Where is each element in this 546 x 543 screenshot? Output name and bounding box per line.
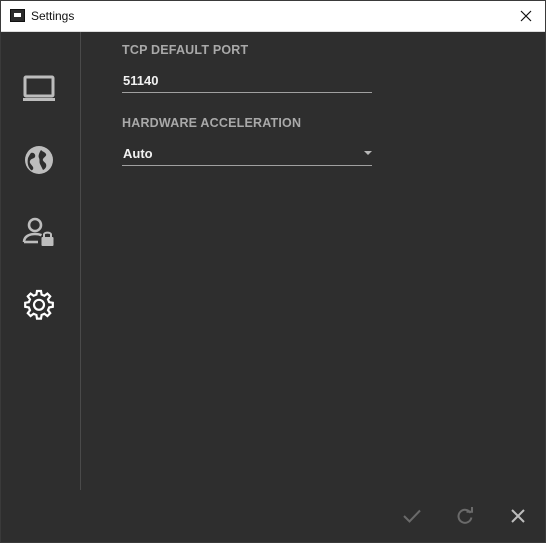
- hardware-acceleration-select[interactable]: Auto: [122, 142, 372, 166]
- window-close-button[interactable]: [511, 1, 541, 31]
- tcp-port-field[interactable]: [122, 69, 372, 93]
- cancel-button[interactable]: [505, 503, 531, 529]
- check-icon: [403, 509, 421, 523]
- settings-window: Settings TCP DEFAULT PORT 51140 HARDWARE…: [0, 0, 546, 543]
- close-icon: [511, 509, 525, 523]
- globe-icon: [25, 146, 53, 174]
- tcp-port-input[interactable]: [122, 69, 363, 91]
- sidebar-item-network[interactable]: [21, 142, 57, 178]
- sidebar: [1, 32, 81, 490]
- reset-button[interactable]: [452, 503, 478, 529]
- sidebar-item-settings[interactable]: [21, 286, 57, 322]
- close-icon: [520, 10, 532, 22]
- hardware-acceleration-label: HARDWARE ACCELERATION: [122, 116, 302, 130]
- chevron-down-icon: [364, 151, 372, 155]
- user-lock-icon: [22, 217, 54, 246]
- hardware-acceleration-value: Auto: [123, 146, 153, 161]
- confirm-button[interactable]: [399, 503, 425, 529]
- gear-icon: [24, 289, 54, 320]
- app-icon: [10, 9, 25, 22]
- title-bar: Settings: [1, 1, 545, 32]
- sidebar-item-account[interactable]: [21, 214, 57, 250]
- monitor-icon: [23, 75, 55, 101]
- tcp-port-label: TCP DEFAULT PORT: [122, 43, 249, 57]
- window-title: Settings: [31, 9, 75, 23]
- refresh-icon: [457, 507, 473, 524]
- sidebar-item-display[interactable]: [21, 71, 57, 107]
